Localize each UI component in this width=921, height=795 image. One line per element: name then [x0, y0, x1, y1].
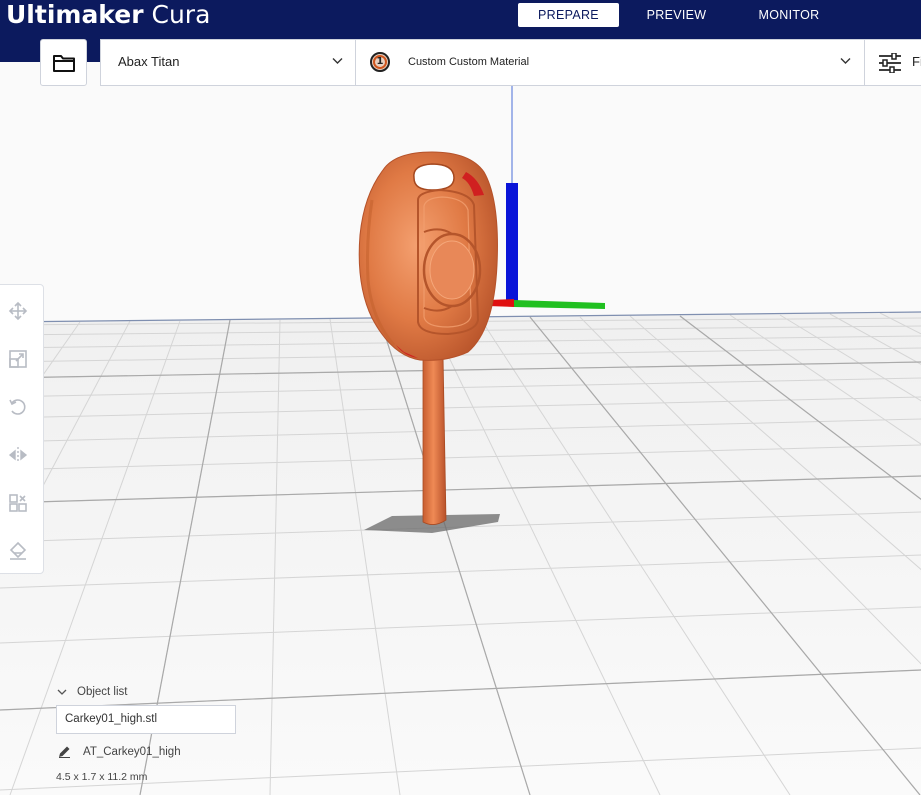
- pencil-icon: [59, 746, 70, 758]
- stage-tabs: PREPARE PREVIEW MONITOR: [518, 3, 844, 27]
- chevron-down-icon: [57, 689, 67, 695]
- build-plate-viewport[interactable]: [0, 0, 921, 795]
- object-list-toggle[interactable]: Object list: [57, 686, 128, 698]
- sliders-icon: [879, 53, 901, 73]
- object-list-header: Object list: [77, 686, 128, 698]
- printer-selector[interactable]: Abax Titan: [101, 40, 356, 85]
- chevron-down-icon: [332, 58, 343, 64]
- material-selector[interactable]: 1 Custom Custom Material: [356, 40, 864, 85]
- tool-panel: [0, 284, 44, 574]
- printer-name: Abax Titan: [118, 54, 180, 69]
- folder-icon: [52, 54, 75, 72]
- printer-material-selector: Abax Titan 1 Custom Custom Material: [100, 39, 865, 86]
- axis-gizmo: [488, 86, 605, 309]
- scale-icon[interactable]: [8, 349, 28, 369]
- model-dimensions: 4.5 x 1.7 x 11.2 mm: [56, 771, 148, 783]
- object-list-item[interactable]: Carkey01_high.stl: [56, 705, 236, 734]
- material-name: Custom Custom Material: [408, 56, 530, 68]
- app-logo: Ultimaker Cura: [6, 0, 211, 29]
- z-axis: [506, 183, 518, 301]
- job-name[interactable]: AT_Carkey01_high: [58, 745, 181, 758]
- job-name-label: AT_Carkey01_high: [83, 745, 181, 758]
- print-settings-button[interactable]: Fi: [864, 39, 921, 86]
- support-blocker-icon[interactable]: [8, 541, 28, 561]
- chevron-down-icon: [840, 58, 851, 64]
- rotate-icon[interactable]: [8, 397, 28, 417]
- tab-preview[interactable]: PREVIEW: [619, 3, 734, 27]
- tab-monitor[interactable]: MONITOR: [734, 3, 844, 27]
- per-model-settings-icon[interactable]: [8, 493, 28, 513]
- settings-label: Fi: [912, 54, 921, 69]
- tab-prepare[interactable]: PREPARE: [518, 3, 619, 27]
- mirror-icon[interactable]: [8, 445, 28, 465]
- extruder-badge: 1: [370, 52, 390, 72]
- y-axis: [514, 300, 605, 309]
- move-icon[interactable]: [8, 301, 28, 321]
- open-file-button[interactable]: [40, 39, 87, 86]
